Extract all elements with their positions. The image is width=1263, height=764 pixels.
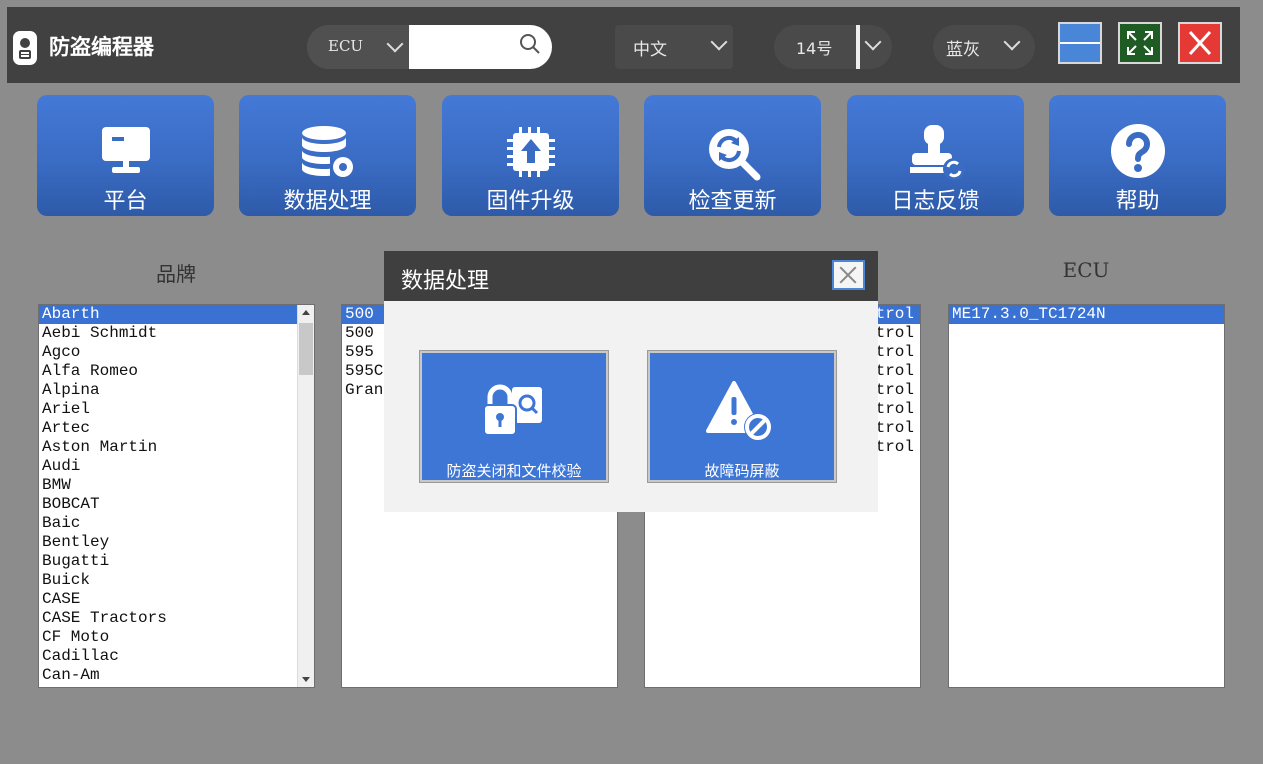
brand-list-item[interactable]: Baic [39, 514, 314, 533]
brand-list-item[interactable]: CF Moto [39, 628, 314, 647]
brand-list-scrollbar[interactable] [297, 305, 314, 687]
brand-list-item[interactable]: Audi [39, 457, 314, 476]
brand-list-item[interactable]: Aston Martin [39, 438, 314, 457]
brand-list-item[interactable]: BMW [39, 476, 314, 495]
toolbar-label: 固件升级 [486, 189, 575, 214]
brand-list-item[interactable]: Ariel [39, 400, 314, 419]
brand-list-item[interactable]: Abarth [39, 305, 314, 324]
scroll-up-icon[interactable] [302, 310, 310, 315]
brand-list[interactable]: Abarth Aebi Schmidt Agco Alfa Romeo Alpina Ar… [38, 304, 315, 688]
toolbar-button-platform[interactable]: 平台 [37, 95, 214, 216]
font-size-select-value: 14号 [796, 39, 833, 58]
stamp-icon [909, 125, 965, 180]
search-icon[interactable] [519, 33, 541, 55]
search-refresh-icon [708, 129, 760, 181]
close-button[interactable] [1178, 22, 1222, 64]
restore-icon [1060, 42, 1100, 44]
theme-select-value: 蓝灰 [946, 40, 980, 60]
brand-list-item[interactable]: Cadillac [39, 647, 314, 666]
toolbar-label: 数据处理 [283, 189, 372, 214]
lock-file-search-icon [483, 384, 542, 436]
monitor-icon [101, 127, 150, 173]
brand-list-item[interactable]: Alfa Romeo [39, 362, 314, 381]
title-bar: 防盗编程器 ECU 中文 14号 蓝灰 [7, 7, 1240, 83]
brand-list-item[interactable]: Aebi Schmidt [39, 324, 314, 343]
toolbar-button-log-feedback[interactable]: 日志反馈 [847, 95, 1024, 216]
dtc-mask-button[interactable]: 故障码屏蔽 [647, 350, 837, 483]
brand-list-item[interactable]: Can-Am [39, 666, 314, 685]
brand-list-item[interactable]: Buick [39, 571, 314, 590]
toolbar-button-data-processing[interactable]: 数据处理 [239, 95, 416, 216]
app-logo-icon [13, 31, 37, 65]
brand-column-header: 品牌 [156, 262, 196, 286]
brand-list-item[interactable]: CASE Tractors [39, 609, 314, 628]
dialog-header: 数据处理 [384, 251, 878, 301]
brand-list-item[interactable]: CASE [39, 590, 314, 609]
question-icon [1110, 124, 1165, 178]
close-icon [1188, 30, 1212, 56]
toolbar-label: 日志反馈 [891, 189, 980, 214]
language-select-value: 中文 [633, 40, 667, 60]
immo-off-checksum-button[interactable]: 防盗关闭和文件校验 [419, 350, 609, 483]
brand-list-item[interactable]: Bugatti [39, 552, 314, 571]
scroll-down-icon[interactable] [302, 677, 310, 682]
toolbar-button-help[interactable]: 帮助 [1049, 95, 1226, 216]
brand-list-item[interactable]: Alpina [39, 381, 314, 400]
brand-list-item[interactable]: BOBCAT [39, 495, 314, 514]
warning-block-icon [706, 381, 772, 441]
toolbar-label: 帮助 [1115, 189, 1160, 214]
ecu-list[interactable]: ME17.3.0_TC1724N [948, 304, 1225, 688]
chip-upload-icon [506, 127, 555, 177]
brand-list-item[interactable]: Artec [39, 419, 314, 438]
category-select-value: ECU [328, 37, 364, 55]
toolbar-button-firmware-upgrade[interactable]: 固件升级 [442, 95, 619, 216]
app-title: 防盗编程器 [49, 35, 154, 59]
toolbar-label: 检查更新 [688, 189, 777, 214]
database-gear-icon [301, 126, 353, 177]
dialog-close-button[interactable] [832, 260, 865, 290]
data-processing-dialog: 数据处理 防盗关闭和文件校验 故障码屏蔽 [384, 251, 878, 512]
restore-button[interactable] [1058, 22, 1102, 64]
maximize-button[interactable] [1118, 22, 1162, 64]
expand-icon [1127, 31, 1153, 55]
ecu-column-header: ECU [1062, 258, 1110, 282]
tile-label: 故障码屏蔽 [704, 462, 780, 480]
tile-label: 防盗关闭和文件校验 [446, 462, 582, 480]
scrollbar-thumb[interactable] [299, 323, 313, 375]
brand-list-item[interactable]: Bentley [39, 533, 314, 552]
brand-list-item[interactable]: Agco [39, 343, 314, 362]
toolbar-button-check-update[interactable]: 检查更新 [644, 95, 821, 216]
ecu-list-item[interactable]: ME17.3.0_TC1724N [949, 305, 1224, 324]
toolbar-label: 平台 [103, 189, 148, 214]
dialog-title: 数据处理 [401, 269, 490, 294]
